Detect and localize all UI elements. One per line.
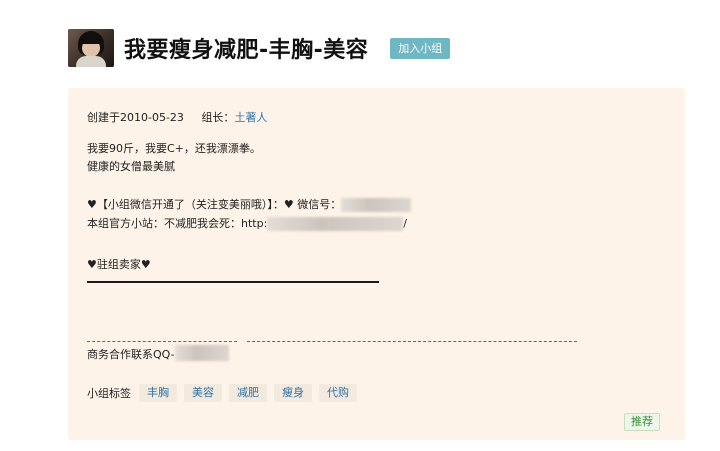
tags-label: 小组标签 (87, 387, 131, 400)
business-contact-text: 商务合作联系QQ- (87, 348, 175, 361)
tag-item[interactable]: 减肥 (229, 384, 267, 402)
group-avatar[interactable] (68, 29, 114, 67)
group-meta: 创建于2010-05-23 组长：土著人 (87, 111, 267, 125)
join-group-button[interactable]: 加入小组 (390, 37, 451, 59)
official-site-text: 本组官方小站：不减肥我会死：http: (87, 217, 268, 230)
leader-link[interactable]: 土著人 (234, 111, 267, 124)
group-description-line-2: 健康的女僧最美腻 (87, 160, 175, 173)
group-description-line-1: 我要90斤，我要C+，还我漂漂拳。 (87, 142, 261, 155)
business-contact-line: 商务合作联系QQ- (87, 345, 229, 362)
tag-item[interactable]: 代购 (319, 384, 357, 402)
official-site-suffix: / (403, 217, 408, 230)
thick-divider (87, 281, 379, 283)
blurred-wechat-id (341, 198, 412, 212)
blurred-qq-number (174, 345, 229, 361)
leader-label: 组长： (201, 111, 235, 124)
group-tags: 小组标签 丰胸 美容 减肥 瘦身 代购 (87, 384, 364, 402)
group-header: 我要瘦身减肥-丰胸-美容 加入小组 (68, 28, 451, 68)
wechat-line: ♥【小组微信开通了（关注变美丽哦）】：♥ 微信号： (87, 198, 412, 212)
tag-item[interactable]: 丰胸 (139, 384, 177, 402)
recommend-button[interactable]: 推荐 (624, 413, 660, 431)
dashed-divider-right (247, 341, 577, 342)
tag-item[interactable]: 美容 (184, 384, 222, 402)
created-date: 创建于2010-05-23 (87, 111, 184, 124)
group-info-card: 创建于2010-05-23 组长：土著人 我要90斤，我要C+，还我漂漂拳。 健… (68, 88, 685, 440)
official-site-line: 本组官方小站：不减肥我会死：http: / (87, 217, 407, 231)
wechat-text: ♥【小组微信开通了（关注变美丽哦）】：♥ 微信号： (87, 198, 342, 211)
dashed-divider-left (87, 341, 237, 342)
group-title: 我要瘦身减肥-丰胸-美容 (124, 38, 369, 63)
sellers-heading: ♥驻组卖家♥ (87, 258, 151, 271)
blurred-site-url (267, 217, 404, 231)
tag-item[interactable]: 瘦身 (274, 384, 312, 402)
